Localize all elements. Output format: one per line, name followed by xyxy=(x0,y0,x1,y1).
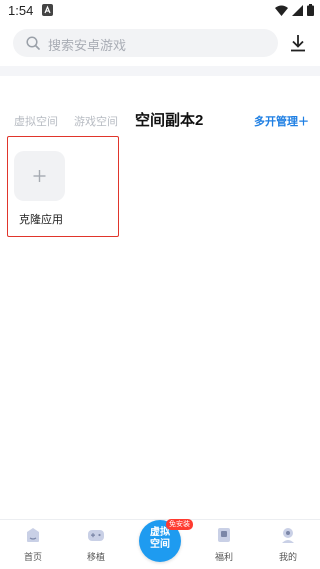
clone-app-button[interactable] xyxy=(14,151,65,201)
signal-icon xyxy=(292,4,303,16)
nav-home-label: 首页 xyxy=(23,552,42,562)
clone-app-label: 克隆应用 xyxy=(19,214,63,226)
clone-app-panel: 克隆应用 xyxy=(7,136,119,237)
nav-migrate-label: 移植 xyxy=(86,552,105,562)
tab-game-space[interactable]: 游戏空间 xyxy=(74,113,118,129)
app-notification-icon xyxy=(42,4,53,16)
nav-mine-label: 我的 xyxy=(278,552,297,562)
search-icon xyxy=(26,36,40,50)
gamepad-icon xyxy=(88,530,104,541)
multi-open-manage-button[interactable]: 多开管理＋ xyxy=(254,113,309,129)
install-free-badge: 免安装 xyxy=(166,519,193,530)
tab-virtual-space[interactable]: 虚拟空间 xyxy=(14,113,58,129)
nav-mine[interactable]: 我的 xyxy=(268,526,308,563)
wifi-icon xyxy=(275,5,288,16)
battery-icon xyxy=(307,4,314,16)
center-line-2: 空间 xyxy=(150,539,170,550)
search-input[interactable]: 搜索安卓游戏 xyxy=(48,35,126,54)
tab-space-copy-2[interactable]: 空间副本2 xyxy=(135,109,203,130)
nav-home[interactable]: 首页 xyxy=(13,526,53,563)
plus-icon xyxy=(33,170,46,182)
download-icon[interactable] xyxy=(289,34,307,52)
status-time: 1:54 xyxy=(8,3,34,18)
center-button-text: 虚拟 空间 xyxy=(139,527,181,551)
gift-card-icon xyxy=(218,528,230,542)
search-box[interactable]: 搜索安卓游戏 xyxy=(13,29,278,57)
search-row: 搜索安卓游戏 xyxy=(0,26,320,62)
status-icons xyxy=(275,4,314,16)
space-tabs: 虚拟空间 游戏空间 空间副本2 多开管理＋ xyxy=(0,106,320,134)
nav-welfare[interactable]: 福利 xyxy=(204,526,244,563)
nav-welfare-label: 福利 xyxy=(214,552,233,562)
home-icon xyxy=(27,528,39,542)
section-divider xyxy=(0,66,320,76)
profile-icon xyxy=(282,528,294,543)
status-bar: 1:54 xyxy=(0,0,320,22)
nav-migrate[interactable]: 移植 xyxy=(76,526,116,563)
